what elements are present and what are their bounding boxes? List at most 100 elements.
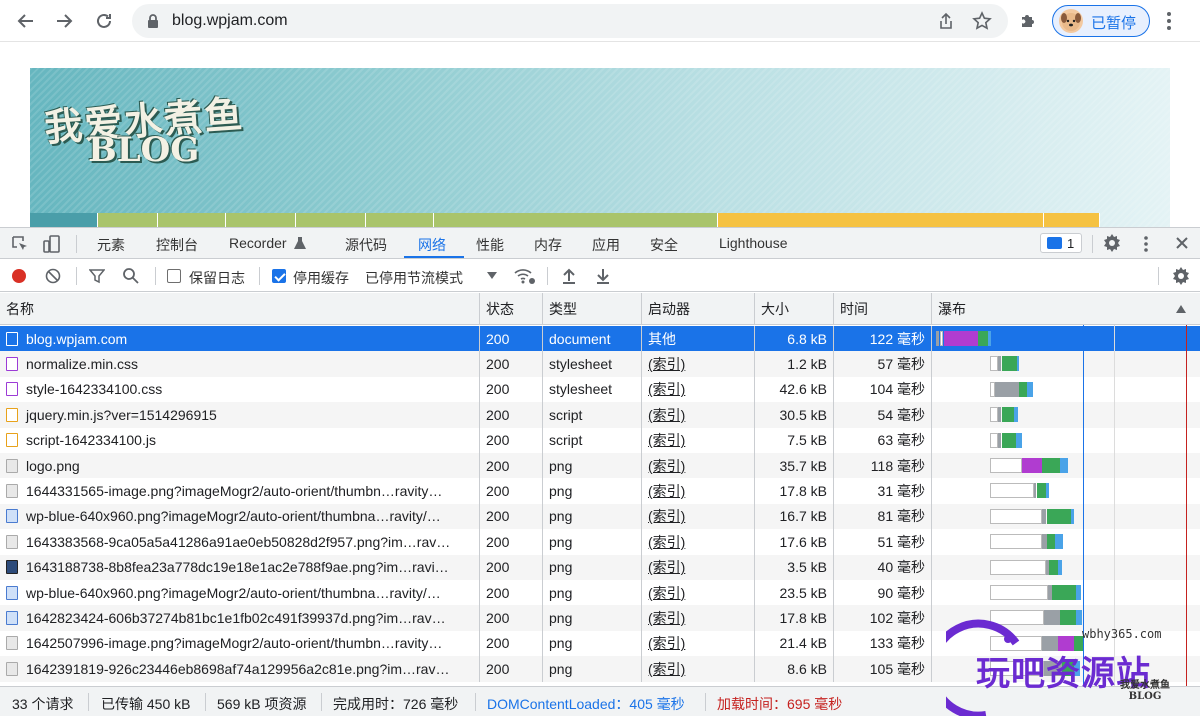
waterfall-cell[interactable] xyxy=(932,504,1200,529)
tab-elements[interactable]: 元素 xyxy=(97,235,125,255)
cell-initiator-text[interactable]: (索引) xyxy=(648,633,685,653)
column-header-size[interactable]: 大小 xyxy=(755,293,834,324)
network-conditions-icon[interactable] xyxy=(513,266,537,286)
table-row[interactable]: script-1642334100.js 200 script (索引) 7.5 kB 6… xyxy=(0,427,1200,453)
column-header-type[interactable]: 类型 xyxy=(543,293,642,324)
record-icon[interactable] xyxy=(11,268,27,284)
cell-initiator-text[interactable]: (索引) xyxy=(648,430,685,450)
waterfall-cell[interactable] xyxy=(932,580,1200,605)
menu-item[interactable] xyxy=(1044,213,1100,227)
cell-initiator-text[interactable]: 其他 xyxy=(648,329,676,349)
menu-item[interactable] xyxy=(30,213,98,227)
inspect-element-icon[interactable] xyxy=(10,234,30,254)
waterfall-cell[interactable] xyxy=(932,326,1200,351)
menu-item[interactable] xyxy=(296,213,366,227)
throttling-select[interactable]: 已停用节流模式 xyxy=(365,268,463,288)
column-header-time[interactable]: 时间 xyxy=(834,293,932,324)
profile-paused-button[interactable]: 已暂停 xyxy=(1052,5,1150,37)
device-toolbar-icon[interactable] xyxy=(42,234,62,254)
column-header-name[interactable]: 名称 xyxy=(0,293,480,324)
preserve-log-checkbox[interactable] xyxy=(167,269,181,283)
table-row[interactable]: 1643383568-9ca05a5a41286a91ae0eb50828d2f… xyxy=(0,529,1200,555)
cell-initiator[interactable]: (索引) xyxy=(642,503,755,530)
cell-initiator-text[interactable]: (索引) xyxy=(648,481,685,501)
cell-initiator-text[interactable]: (索引) xyxy=(648,583,685,603)
waterfall-cell[interactable] xyxy=(932,377,1200,402)
clear-icon[interactable] xyxy=(45,268,61,284)
column-header-status[interactable]: 状态 xyxy=(480,293,543,324)
devtools-menu-icon[interactable] xyxy=(1143,234,1149,254)
search-icon[interactable] xyxy=(122,267,139,284)
share-icon[interactable] xyxy=(938,12,954,30)
export-har-icon[interactable] xyxy=(596,268,610,284)
tab-network[interactable]: 网络 xyxy=(418,235,446,255)
cell-initiator[interactable]: (索引) xyxy=(642,630,755,657)
tab-console[interactable]: 控制台 xyxy=(156,235,198,255)
tab-security[interactable]: 安全 xyxy=(650,235,678,255)
filter-icon[interactable] xyxy=(89,268,105,284)
preserve-log-label[interactable]: 保留日志 xyxy=(189,268,245,288)
table-row[interactable]: wp-blue-640x960.png?imageMogr2/auto-orie… xyxy=(0,580,1200,606)
table-row[interactable]: 1642823424-606b37274b81bc1e1fb02c491f399… xyxy=(0,605,1200,631)
dropdown-arrow-icon[interactable] xyxy=(487,272,497,280)
waterfall-cell[interactable] xyxy=(932,555,1200,580)
bookmark-star-icon[interactable] xyxy=(972,11,992,31)
cell-initiator-text[interactable]: (索引) xyxy=(648,354,685,374)
disable-cache-label[interactable]: 停用缓存 xyxy=(293,268,349,288)
waterfall-cell[interactable] xyxy=(932,351,1200,376)
extensions-puzzle-icon[interactable] xyxy=(1018,9,1040,31)
table-row[interactable]: style-1642334100.css 200 stylesheet (索引) 42.… xyxy=(0,376,1200,403)
menu-item[interactable] xyxy=(226,213,296,227)
waterfall-cell[interactable] xyxy=(932,529,1200,554)
cell-initiator[interactable]: (索引) xyxy=(642,453,755,479)
table-row[interactable]: 1644331565-image.png?imageMogr2/auto-ori… xyxy=(0,478,1200,504)
menu-item[interactable] xyxy=(434,213,718,227)
import-har-icon[interactable] xyxy=(562,268,576,284)
menu-item[interactable] xyxy=(366,213,434,227)
waterfall-cell[interactable] xyxy=(932,478,1200,503)
cell-initiator-text[interactable]: (索引) xyxy=(648,456,685,476)
cell-initiator[interactable]: (索引) xyxy=(642,529,755,555)
sort-ascending-icon[interactable] xyxy=(1176,305,1186,313)
cell-initiator[interactable]: (索引) xyxy=(642,656,755,682)
cell-initiator[interactable]: (索引) xyxy=(642,427,755,453)
cell-initiator-text[interactable]: (索引) xyxy=(648,608,685,628)
cell-initiator-text[interactable]: (索引) xyxy=(648,405,685,425)
cell-initiator[interactable]: 其他 xyxy=(642,326,755,352)
tab-memory[interactable]: 内存 xyxy=(534,235,562,255)
cell-initiator-text[interactable]: (索引) xyxy=(648,557,685,577)
waterfall-cell[interactable] xyxy=(932,428,1200,453)
cell-initiator[interactable]: (索引) xyxy=(642,605,755,631)
cell-initiator-text[interactable]: (索引) xyxy=(648,532,685,552)
cell-initiator[interactable]: (索引) xyxy=(642,554,755,580)
table-row[interactable]: 1643188738-8b8fea23a778dc19e18e1ac2e788f… xyxy=(0,554,1200,580)
address-bar[interactable]: blog.wpjam.com xyxy=(132,4,1008,38)
menu-item[interactable] xyxy=(98,213,158,227)
cell-initiator-text[interactable]: (索引) xyxy=(648,379,685,399)
waterfall-cell[interactable] xyxy=(932,453,1200,478)
cell-initiator[interactable]: (索引) xyxy=(642,478,755,504)
cell-initiator[interactable]: (索引) xyxy=(642,376,755,403)
forward-button[interactable] xyxy=(52,9,76,33)
reload-button[interactable] xyxy=(92,9,116,33)
column-header-initiator[interactable]: 启动器 xyxy=(642,293,755,324)
tab-lighthouse[interactable]: Lighthouse xyxy=(719,235,788,251)
tab-application[interactable]: 应用 xyxy=(592,235,620,255)
close-icon[interactable] xyxy=(1175,236,1189,250)
cell-initiator-text[interactable]: (索引) xyxy=(648,659,685,679)
lock-icon[interactable] xyxy=(146,13,160,29)
waterfall-cell[interactable] xyxy=(932,402,1200,427)
table-row[interactable]: normalize.min.css 200 stylesheet (索引) 1.2 kB… xyxy=(0,351,1200,377)
back-button[interactable] xyxy=(14,9,38,33)
network-settings-gear-icon[interactable] xyxy=(1171,266,1191,286)
table-row[interactable]: jquery.min.js?ver=1514296915 200 script (索引… xyxy=(0,402,1200,428)
browser-menu-icon[interactable] xyxy=(1166,10,1172,32)
tab-performance[interactable]: 性能 xyxy=(476,235,504,255)
menu-item[interactable] xyxy=(158,213,226,227)
url-text[interactable]: blog.wpjam.com xyxy=(172,12,288,30)
site-logo-blog[interactable]: BLOG xyxy=(88,130,199,170)
column-header-waterfall[interactable]: 瀑布 xyxy=(932,293,1200,324)
issues-button[interactable]: 1 xyxy=(1040,233,1082,253)
table-row[interactable]: logo.png 200 png (索引) 35.7 kB 118 毫秒 xyxy=(0,453,1200,479)
settings-gear-icon[interactable] xyxy=(1102,233,1122,253)
